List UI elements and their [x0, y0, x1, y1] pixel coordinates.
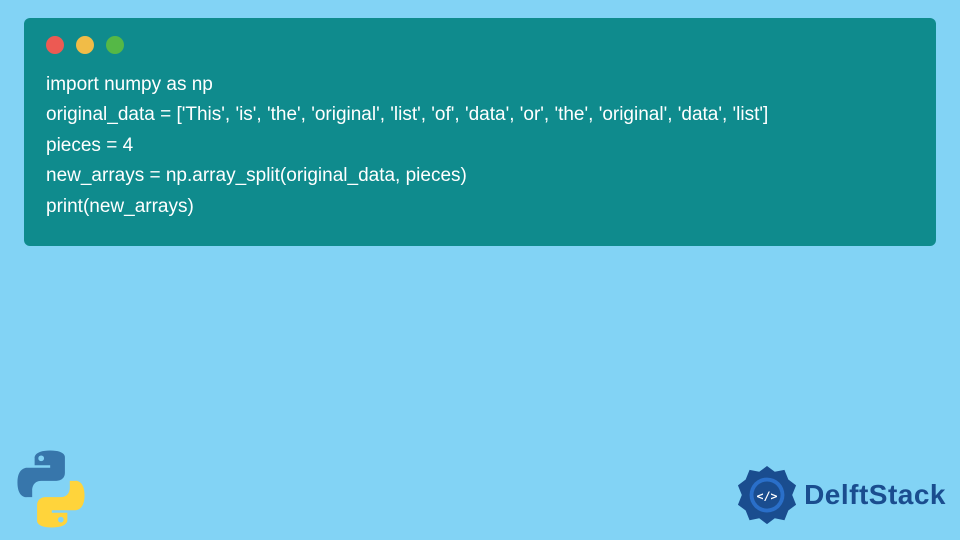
minimize-icon	[76, 36, 94, 54]
code-line: import numpy as np	[46, 70, 914, 100]
code-line: new_arrays = np.array_split(original_dat…	[46, 161, 914, 191]
python-logo-icon	[6, 444, 96, 534]
code-block: import numpy as np original_data = ['Thi…	[46, 70, 914, 222]
code-line: original_data = ['This', 'is', 'the', 'o…	[46, 100, 914, 130]
close-icon	[46, 36, 64, 54]
code-line: print(new_arrays)	[46, 192, 914, 222]
brand-name: DelftStack	[804, 479, 946, 511]
brand-badge-icon: </>	[736, 464, 798, 526]
code-window: import numpy as np original_data = ['Thi…	[24, 18, 936, 246]
window-traffic-lights	[46, 36, 914, 54]
code-line: pieces = 4	[46, 131, 914, 161]
maximize-icon	[106, 36, 124, 54]
brand-logo: </> DelftStack	[736, 464, 946, 526]
svg-text:</>: </>	[757, 489, 778, 503]
